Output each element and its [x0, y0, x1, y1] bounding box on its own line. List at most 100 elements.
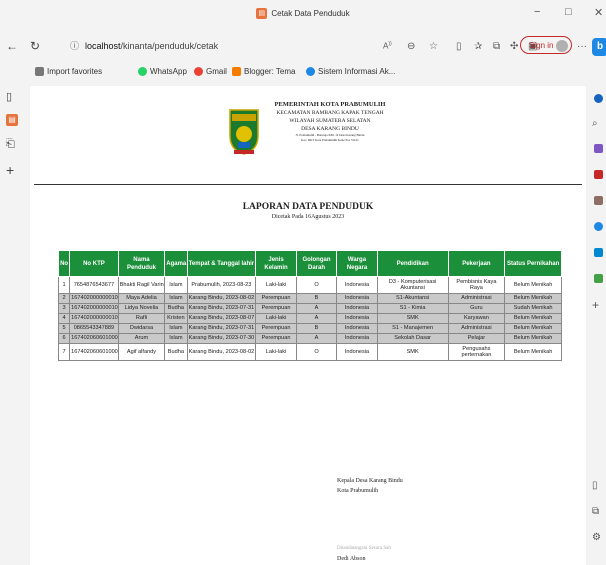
table-cell: Indonesia	[336, 323, 378, 334]
col-header: Agama	[164, 250, 188, 277]
read-aloud-icon[interactable]: A))	[383, 41, 392, 51]
letterhead-line-3: WILAYAH SUMATERA SELATAN	[289, 118, 371, 124]
collections-icon[interactable]: ⧉	[493, 41, 500, 52]
table-cell: 0865543347889	[69, 323, 119, 334]
new-tab-icon[interactable]: +	[6, 162, 14, 178]
report-print-date: Dicetak Pada 16Agustus 2023	[271, 214, 345, 220]
split-screen-icon[interactable]: ▯	[456, 41, 462, 52]
sign-in-button[interactable]: Sign in	[520, 36, 572, 54]
favorites-icon[interactable]: ✰	[474, 41, 482, 52]
table-cell: 1	[57, 276, 71, 294]
table-cell: 1674020606010007	[69, 343, 119, 361]
refresh-icon[interactable]: ↻	[30, 39, 40, 53]
population-table: No No KTP Nama Penduduk Agama Tempat & T…	[57, 250, 562, 361]
table-cell: S1-Akuntansi	[376, 293, 449, 304]
table-cell: 7	[57, 343, 71, 361]
outlook-icon[interactable]	[594, 248, 603, 257]
signature-place: Kota Prabumulih	[337, 488, 379, 494]
external-link-icon[interactable]: ⧉	[592, 506, 599, 517]
signature-block: Kepala Desa Karang Bindu Kota Prabumulih	[337, 476, 403, 496]
table-cell: Laki-laki	[255, 343, 297, 361]
table-cell: O	[295, 343, 338, 361]
table-cell: Perempuan	[255, 323, 297, 334]
table-cell: O	[295, 276, 338, 294]
table-cell: Indonesia	[336, 313, 378, 324]
table-cell: Sudah Menikah	[504, 303, 562, 314]
col-header: Jenis Kelamin	[255, 250, 297, 277]
favorite-star-icon[interactable]: ☆	[429, 41, 438, 52]
table-cell: 2	[57, 293, 71, 304]
shopping-icon[interactable]	[594, 144, 603, 153]
table-cell: Karang Bindu, 2023-08-02	[186, 343, 257, 361]
table-cell: Belum Menikah	[504, 276, 562, 294]
tab-actions-icon[interactable]: ▯	[6, 90, 12, 103]
letterhead: PEMERINTAH KOTA PRABUMULIH KECAMATAN RAM…	[265, 100, 395, 143]
fav-import-favorites[interactable]: Import favorites	[35, 67, 102, 77]
bell-icon[interactable]	[594, 94, 603, 103]
table-cell: Karyawan	[447, 313, 506, 324]
table-cell: Karang Bindu, 2023-07-31	[186, 323, 257, 334]
table-cell: Islam	[164, 293, 188, 304]
window-title: ▤ Cetak Data Penduduk	[0, 8, 606, 20]
signature-role: Kepala Desa Karang Bindu	[337, 478, 403, 484]
table-cell: SMK	[376, 313, 449, 324]
minimize-button[interactable]: −	[534, 6, 540, 18]
table-cell: Laki-laki	[255, 276, 297, 294]
close-button[interactable]: ✕	[594, 6, 603, 19]
info-icon[interactable]: ⓘ	[70, 41, 79, 51]
fav-gmail[interactable]: Gmail	[194, 67, 227, 77]
fav-whatsapp[interactable]: WhatsApp	[138, 67, 187, 77]
zoom-icon[interactable]: ⊖	[407, 41, 415, 52]
site-icon	[306, 67, 315, 77]
col-header: No KTP	[69, 250, 119, 277]
import-icon	[35, 67, 44, 77]
col-header: Golongan Darah	[295, 250, 338, 277]
table-cell: 4	[57, 313, 71, 324]
city-emblem-icon	[229, 109, 259, 155]
tab-cetak-icon[interactable]: ▤	[6, 114, 18, 126]
sidebar-layout-icon[interactable]: ▯	[592, 480, 598, 491]
title-bar: ▤ Cetak Data Penduduk − □ ✕	[0, 0, 606, 32]
table-cell: Dwidarsa	[117, 323, 166, 334]
table-cell: Islam	[164, 323, 188, 334]
signature-name: Dedi Abson	[337, 556, 366, 562]
col-header: Pendidikan	[376, 250, 449, 277]
table-cell: Agif alfandy	[117, 343, 166, 361]
settings-gear-icon[interactable]: ⚙	[592, 532, 601, 543]
tab-blank-icon[interactable]: ⎗	[6, 138, 15, 151]
tools-icon[interactable]	[594, 170, 603, 179]
table-cell: Belum Menikah	[504, 313, 562, 324]
col-header: Pekerjaan	[447, 250, 506, 277]
google-icon	[194, 67, 203, 77]
games-icon[interactable]	[594, 196, 603, 205]
report-title: LAPORAN DATA PENDUDUK	[242, 202, 374, 212]
table-cell: Rafli	[117, 313, 166, 324]
table-cell: Indonesia	[336, 276, 378, 294]
right-sidebar: ⌕ + ▯ ⧉ ⚙	[590, 86, 606, 565]
whatsapp-icon	[138, 67, 147, 77]
table-cell: Perempuan	[255, 303, 297, 314]
table-cell: Pelajar	[447, 333, 506, 344]
fav-blogger[interactable]: Blogger: Tema	[232, 67, 295, 77]
m365-icon[interactable]	[594, 222, 603, 231]
letterhead-line-4: DESA KARANG BINDU	[301, 126, 359, 132]
url-field[interactable]: ⓘ localhost/kinanta/penduduk/cetak	[70, 36, 370, 56]
back-icon[interactable]: ←	[6, 39, 18, 53]
table-cell: B	[295, 323, 338, 334]
extensions-icon[interactable]: ✣	[510, 41, 518, 52]
copilot-icon[interactable]: b	[592, 38, 606, 56]
table-cell: Karang Bindu, 2023-08-02	[186, 293, 257, 304]
fav-sistem-informasi[interactable]: Sistem Informasi Ak...	[306, 67, 395, 77]
more-menu-icon[interactable]: ···	[577, 41, 587, 52]
table-cell: Kristen	[164, 313, 188, 324]
table-cell: Maya Adelia	[117, 293, 166, 304]
table-cell: 6	[57, 333, 71, 344]
table-cell: D3 - Komputerisasi Akuntansi	[376, 276, 449, 294]
table-cell: B	[295, 293, 338, 304]
blogger-icon	[232, 67, 241, 77]
table-cell: Islam	[164, 276, 188, 294]
search-icon[interactable]: ⌕	[592, 118, 598, 129]
add-sidebar-icon[interactable]: +	[592, 298, 599, 312]
drop-icon[interactable]	[594, 274, 603, 283]
maximize-button[interactable]: □	[565, 6, 572, 18]
